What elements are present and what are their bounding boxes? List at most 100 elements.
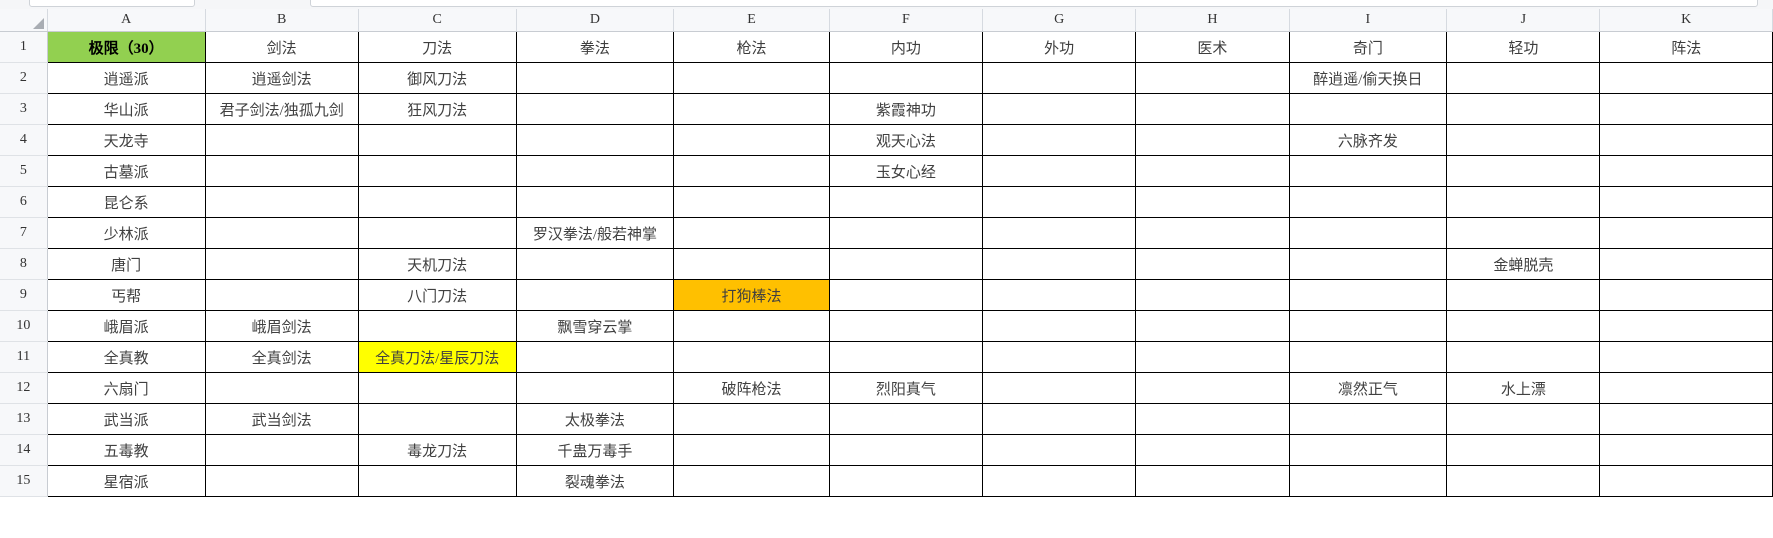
cell-B14[interactable]: [204, 434, 359, 466]
cell-H6[interactable]: [1135, 186, 1290, 218]
cell-E3[interactable]: [673, 93, 830, 125]
cell-E14[interactable]: [673, 434, 830, 466]
cell-C1[interactable]: 刀法: [357, 31, 517, 63]
cell-D3[interactable]: [515, 93, 675, 125]
cell-K3[interactable]: [1599, 93, 1773, 125]
cell-C6[interactable]: [357, 186, 517, 218]
cell-C12[interactable]: [357, 372, 517, 404]
cell-J12[interactable]: 水上漂: [1446, 372, 1601, 404]
cell-B4[interactable]: [204, 124, 359, 156]
cell-J14[interactable]: [1446, 434, 1601, 466]
cell-C4[interactable]: [357, 124, 517, 156]
cell-F12[interactable]: 烈阳真气: [828, 372, 984, 404]
cell-D6[interactable]: [515, 186, 675, 218]
cell-H8[interactable]: [1135, 248, 1290, 280]
cell-C3[interactable]: 狂风刀法: [357, 93, 517, 125]
select-all-corner[interactable]: [0, 9, 48, 32]
cell-A15[interactable]: 星宿派: [46, 465, 206, 497]
cell-J8[interactable]: 金蝉脱壳: [1446, 248, 1601, 280]
cell-H7[interactable]: [1135, 217, 1290, 249]
row-header-2[interactable]: 2: [0, 62, 48, 94]
cell-E13[interactable]: [673, 403, 830, 435]
row-header-6[interactable]: 6: [0, 186, 48, 218]
column-header-f[interactable]: F: [829, 9, 984, 32]
cell-B5[interactable]: [204, 155, 359, 187]
cell-G7[interactable]: [982, 217, 1137, 249]
cell-A3[interactable]: 华山派: [46, 93, 206, 125]
cell-B7[interactable]: [204, 217, 359, 249]
cell-K8[interactable]: [1599, 248, 1773, 280]
cell-I4[interactable]: 六脉齐发: [1288, 124, 1448, 156]
cell-E2[interactable]: [673, 62, 830, 94]
cell-D7[interactable]: 罗汉拳法/般若神掌: [515, 217, 675, 249]
cell-G14[interactable]: [982, 434, 1137, 466]
cell-I11[interactable]: [1288, 341, 1448, 373]
cell-C11[interactable]: 全真刀法/星辰刀法: [357, 341, 517, 373]
cell-G5[interactable]: [982, 155, 1137, 187]
cell-A4[interactable]: 天龙寺: [46, 124, 206, 156]
cell-F11[interactable]: [828, 341, 984, 373]
row-header-13[interactable]: 13: [0, 403, 48, 435]
cell-J10[interactable]: [1446, 310, 1601, 342]
cell-G4[interactable]: [982, 124, 1137, 156]
formula-bar-input[interactable]: [310, 0, 1758, 7]
cell-F7[interactable]: [828, 217, 984, 249]
cell-H1[interactable]: 医术: [1135, 31, 1290, 63]
cell-B8[interactable]: [204, 248, 359, 280]
row-header-11[interactable]: 11: [0, 341, 48, 373]
name-box[interactable]: [29, 0, 195, 7]
cell-E6[interactable]: [673, 186, 830, 218]
cell-F9[interactable]: [828, 279, 984, 311]
cell-K6[interactable]: [1599, 186, 1773, 218]
cell-J4[interactable]: [1446, 124, 1601, 156]
cell-J7[interactable]: [1446, 217, 1601, 249]
cell-A14[interactable]: 五毒教: [46, 434, 206, 466]
cell-H4[interactable]: [1135, 124, 1290, 156]
row-header-9[interactable]: 9: [0, 279, 48, 311]
cell-K9[interactable]: [1599, 279, 1773, 311]
cell-H2[interactable]: [1135, 62, 1290, 94]
cell-G3[interactable]: [982, 93, 1137, 125]
column-header-a[interactable]: A: [47, 9, 206, 32]
cell-I3[interactable]: [1288, 93, 1448, 125]
cell-I10[interactable]: [1288, 310, 1448, 342]
cell-B9[interactable]: [204, 279, 359, 311]
cell-D2[interactable]: [515, 62, 675, 94]
cell-C14[interactable]: 毒龙刀法: [357, 434, 517, 466]
cell-E10[interactable]: [673, 310, 830, 342]
cell-E5[interactable]: [673, 155, 830, 187]
cell-A1[interactable]: 极限（30）: [46, 31, 206, 63]
cell-F15[interactable]: [828, 465, 984, 497]
column-header-g[interactable]: G: [982, 9, 1137, 32]
cell-D12[interactable]: [515, 372, 675, 404]
cell-A13[interactable]: 武当派: [46, 403, 206, 435]
column-header-c[interactable]: C: [358, 9, 517, 32]
cell-J3[interactable]: [1446, 93, 1601, 125]
cell-G13[interactable]: [982, 403, 1137, 435]
cell-G9[interactable]: [982, 279, 1137, 311]
cell-G10[interactable]: [982, 310, 1137, 342]
column-header-k[interactable]: K: [1599, 9, 1773, 32]
cell-E12[interactable]: 破阵枪法: [673, 372, 830, 404]
cell-F4[interactable]: 观天心法: [828, 124, 984, 156]
cell-H3[interactable]: [1135, 93, 1290, 125]
row-header-5[interactable]: 5: [0, 155, 48, 187]
cell-B12[interactable]: [204, 372, 359, 404]
cell-F13[interactable]: [828, 403, 984, 435]
cell-E11[interactable]: [673, 341, 830, 373]
cell-I13[interactable]: [1288, 403, 1448, 435]
cell-K15[interactable]: [1599, 465, 1773, 497]
cell-G1[interactable]: 外功: [982, 31, 1137, 63]
cell-I6[interactable]: [1288, 186, 1448, 218]
cell-F5[interactable]: 玉女心经: [828, 155, 984, 187]
cell-A6[interactable]: 昆仑系: [46, 186, 206, 218]
cell-J11[interactable]: [1446, 341, 1601, 373]
cell-F1[interactable]: 内功: [828, 31, 984, 63]
cell-C5[interactable]: [357, 155, 517, 187]
cell-F14[interactable]: [828, 434, 984, 466]
column-header-i[interactable]: I: [1289, 9, 1448, 32]
column-header-j[interactable]: J: [1446, 9, 1601, 32]
cell-B13[interactable]: 武当剑法: [204, 403, 359, 435]
cell-G11[interactable]: [982, 341, 1137, 373]
cell-I7[interactable]: [1288, 217, 1448, 249]
